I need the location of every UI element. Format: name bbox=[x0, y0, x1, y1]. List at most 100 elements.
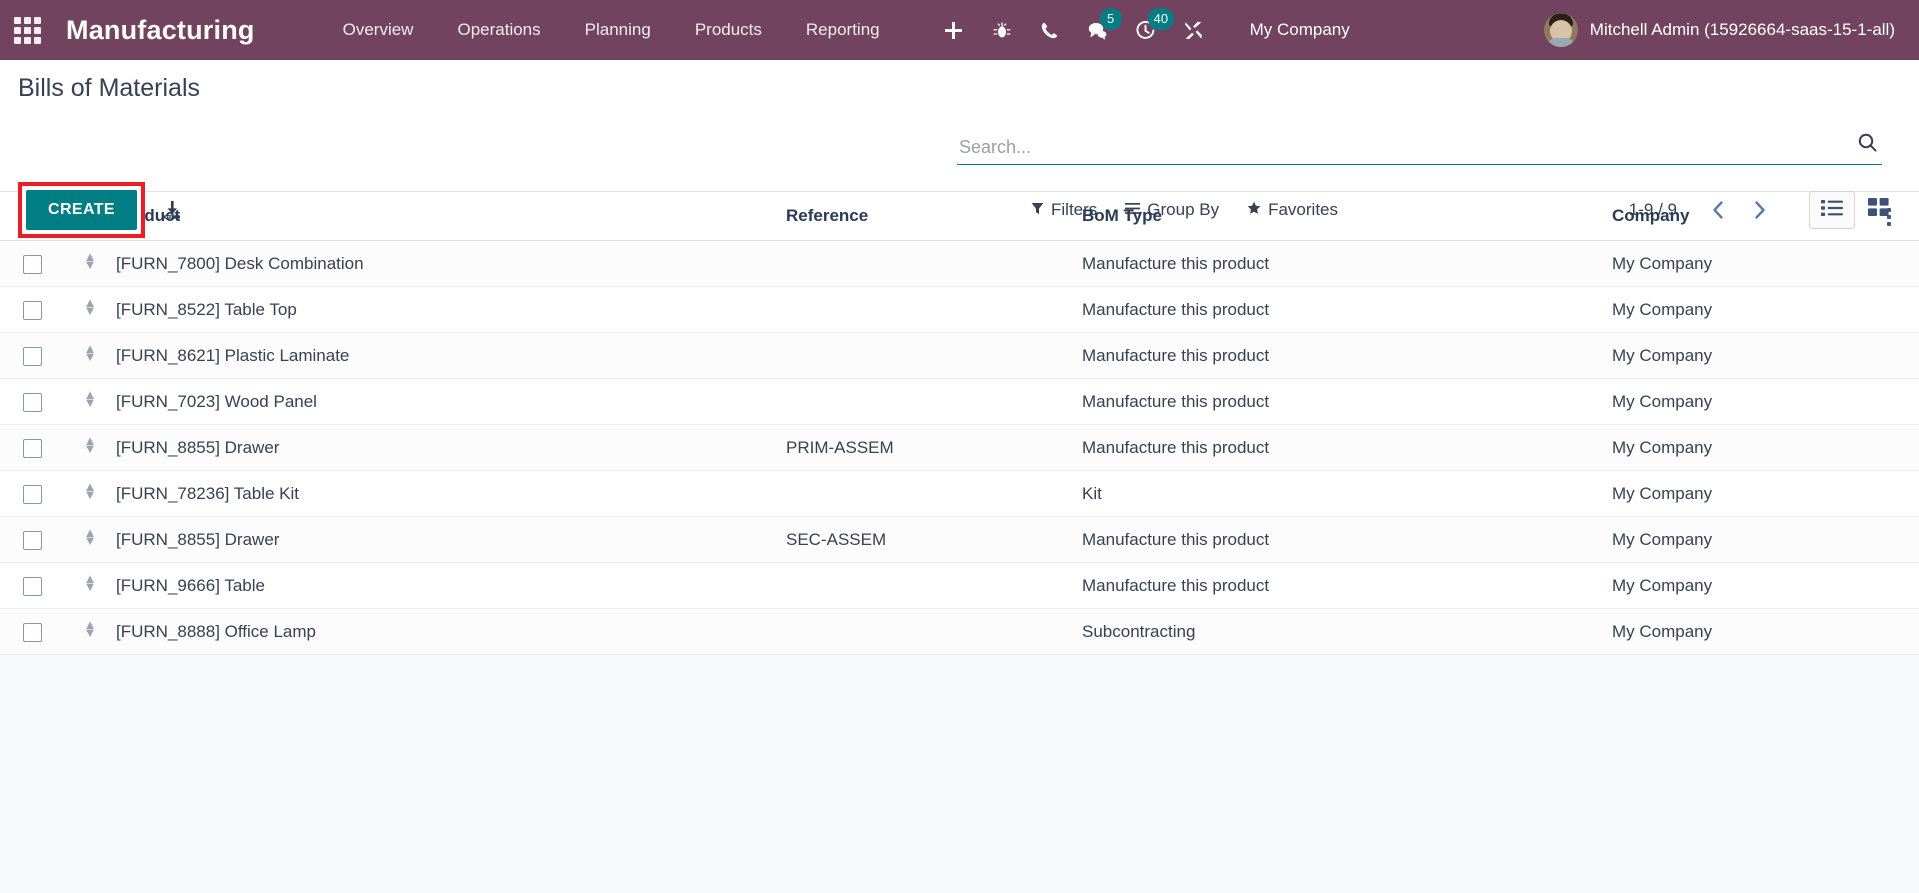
cell-spacer bbox=[1859, 378, 1919, 426]
cell-bom-type: Manufacture this product bbox=[1082, 286, 1612, 334]
kanban-grid-icon bbox=[1867, 198, 1889, 222]
messages-icon[interactable]: 5 bbox=[1074, 0, 1122, 60]
search-input[interactable] bbox=[957, 137, 1847, 160]
drag-handle-icon[interactable]: ▲ ▼ bbox=[84, 526, 97, 547]
menu-item-overview[interactable]: Overview bbox=[321, 0, 436, 60]
group-lines-icon bbox=[1125, 200, 1141, 220]
menu-item-operations[interactable]: Operations bbox=[435, 0, 562, 60]
apps-grid-icon bbox=[13, 16, 41, 44]
cell-bom-type: Manufacture this product bbox=[1082, 516, 1612, 564]
row-handle-cell: ▲ ▼ bbox=[64, 516, 116, 564]
top-navbar: Manufacturing Overview Operations Planni… bbox=[0, 0, 1919, 60]
drag-handle-icon[interactable]: ▲ ▼ bbox=[84, 388, 97, 409]
cell-spacer bbox=[1859, 562, 1919, 610]
row-select-cell bbox=[0, 378, 64, 426]
drag-handle-icon[interactable]: ▲ ▼ bbox=[84, 572, 97, 593]
control-panel-actions: CREATE Filters Group By Favorites 1-9 / … bbox=[0, 182, 1901, 238]
filters-dropdown[interactable]: Filters bbox=[1017, 194, 1111, 226]
table-row[interactable]: ▲ ▼ [FURN_8621] Plastic Laminate Manufactur… bbox=[0, 332, 1919, 380]
row-select-cell bbox=[0, 470, 64, 518]
row-checkbox[interactable] bbox=[22, 530, 42, 550]
cell-spacer bbox=[1859, 240, 1919, 288]
menu-item-reporting[interactable]: Reporting bbox=[784, 0, 902, 60]
table-row[interactable]: ▲ ▼ [FURN_7800] Desk Combination Manufactur… bbox=[0, 240, 1919, 288]
import-download-icon[interactable] bbox=[161, 199, 183, 221]
cell-reference bbox=[786, 332, 1082, 380]
row-checkbox[interactable] bbox=[22, 300, 42, 320]
main-menu: Overview Operations Planning Products Re… bbox=[321, 0, 902, 60]
systray-icons: 5 40 bbox=[930, 0, 1218, 60]
cell-spacer bbox=[1859, 608, 1919, 656]
cell-company: My Company bbox=[1612, 332, 1859, 380]
menu-item-planning[interactable]: Planning bbox=[563, 0, 673, 60]
control-panel: Bills of Materials CREATE bbox=[0, 60, 1919, 238]
company-switcher[interactable]: My Company bbox=[1236, 0, 1364, 60]
row-select-cell bbox=[0, 286, 64, 334]
drag-handle-icon[interactable]: ▲ ▼ bbox=[84, 250, 97, 271]
cell-product: [FURN_7800] Desk Combination bbox=[116, 240, 786, 288]
cell-spacer bbox=[1859, 470, 1919, 518]
row-checkbox[interactable] bbox=[22, 392, 42, 412]
row-checkbox[interactable] bbox=[22, 254, 42, 274]
row-select-cell bbox=[0, 424, 64, 472]
plus-icon[interactable] bbox=[930, 0, 978, 60]
row-select-cell bbox=[0, 240, 64, 288]
drag-handle-icon[interactable]: ▲ ▼ bbox=[84, 618, 97, 639]
groupby-dropdown[interactable]: Group By bbox=[1111, 194, 1233, 226]
cell-product: [FURN_8522] Table Top bbox=[116, 286, 786, 334]
table-row[interactable]: ▲ ▼ [FURN_9666] Table Manufacture this prod… bbox=[0, 562, 1919, 610]
cell-reference bbox=[786, 608, 1082, 656]
table-row[interactable]: ▲ ▼ [FURN_8522] Table Top Manufacture this … bbox=[0, 286, 1919, 334]
table-row[interactable]: ▲ ▼ [FURN_78236] Table Kit Kit My Company bbox=[0, 470, 1919, 518]
row-handle-cell: ▲ ▼ bbox=[64, 424, 116, 472]
cell-product: [FURN_8855] Drawer bbox=[116, 424, 786, 472]
row-checkbox[interactable] bbox=[22, 438, 42, 458]
cell-reference bbox=[786, 286, 1082, 334]
bug-icon[interactable] bbox=[978, 0, 1026, 60]
cell-product: [FURN_7023] Wood Panel bbox=[116, 378, 786, 426]
phone-icon[interactable] bbox=[1026, 0, 1074, 60]
create-button[interactable]: CREATE bbox=[26, 190, 137, 230]
cell-product: [FURN_8621] Plastic Laminate bbox=[116, 332, 786, 380]
menu-item-products[interactable]: Products bbox=[673, 0, 784, 60]
kanban-view-button[interactable] bbox=[1855, 191, 1901, 229]
row-checkbox[interactable] bbox=[22, 576, 42, 596]
cell-product: [FURN_78236] Table Kit bbox=[116, 470, 786, 518]
cell-reference bbox=[786, 240, 1082, 288]
messages-badge: 5 bbox=[1099, 8, 1122, 30]
drag-handle-icon[interactable]: ▲ ▼ bbox=[84, 342, 97, 363]
table-row[interactable]: ▲ ▼ [FURN_8855] Drawer SEC-ASSEM Manufacture… bbox=[0, 516, 1919, 564]
chevron-right-icon[interactable] bbox=[1741, 193, 1779, 227]
chevron-left-icon[interactable] bbox=[1699, 193, 1737, 227]
apps-menu-button[interactable] bbox=[0, 0, 54, 60]
drag-handle-icon[interactable]: ▲ ▼ bbox=[84, 434, 97, 455]
row-checkbox[interactable] bbox=[22, 622, 42, 642]
row-handle-cell: ▲ ▼ bbox=[64, 332, 116, 380]
table-row[interactable]: ▲ ▼ [FURN_8855] Drawer PRIM-ASSEM Manufactur… bbox=[0, 424, 1919, 472]
cell-bom-type: Subcontracting bbox=[1082, 608, 1612, 656]
row-checkbox[interactable] bbox=[22, 484, 42, 504]
cell-reference bbox=[786, 470, 1082, 518]
table-row[interactable]: ▲ ▼ [FURN_8888] Office Lamp Subcontracting M… bbox=[0, 608, 1919, 656]
row-handle-cell: ▲ ▼ bbox=[64, 608, 116, 656]
row-handle-cell: ▲ ▼ bbox=[64, 286, 116, 334]
row-checkbox[interactable] bbox=[22, 346, 42, 366]
drag-handle-icon[interactable]: ▲ ▼ bbox=[84, 480, 97, 501]
pager-count[interactable]: 1-9 / 9 bbox=[1629, 200, 1695, 220]
cell-spacer bbox=[1859, 424, 1919, 472]
cell-product: [FURN_8855] Drawer bbox=[116, 516, 786, 564]
cell-reference: SEC-ASSEM bbox=[786, 516, 1082, 564]
favorites-dropdown[interactable]: Favorites bbox=[1233, 194, 1352, 226]
cell-bom-type: Manufacture this product bbox=[1082, 332, 1612, 380]
app-brand-title[interactable]: Manufacturing bbox=[54, 15, 261, 46]
search-icon[interactable] bbox=[1847, 132, 1882, 160]
drag-handle-icon[interactable]: ▲ ▼ bbox=[84, 296, 97, 317]
user-menu[interactable]: Mitchell Admin (15926664-saas-15-1-all) bbox=[1543, 13, 1901, 47]
cell-product: [FURN_9666] Table bbox=[116, 562, 786, 610]
cell-reference bbox=[786, 378, 1082, 426]
list-view-button[interactable] bbox=[1809, 191, 1855, 229]
cell-spacer bbox=[1859, 516, 1919, 564]
table-row[interactable]: ▲ ▼ [FURN_7023] Wood Panel Manufacture this… bbox=[0, 378, 1919, 426]
tools-icon[interactable] bbox=[1170, 0, 1218, 60]
activities-clock-icon[interactable]: 40 bbox=[1122, 0, 1175, 60]
